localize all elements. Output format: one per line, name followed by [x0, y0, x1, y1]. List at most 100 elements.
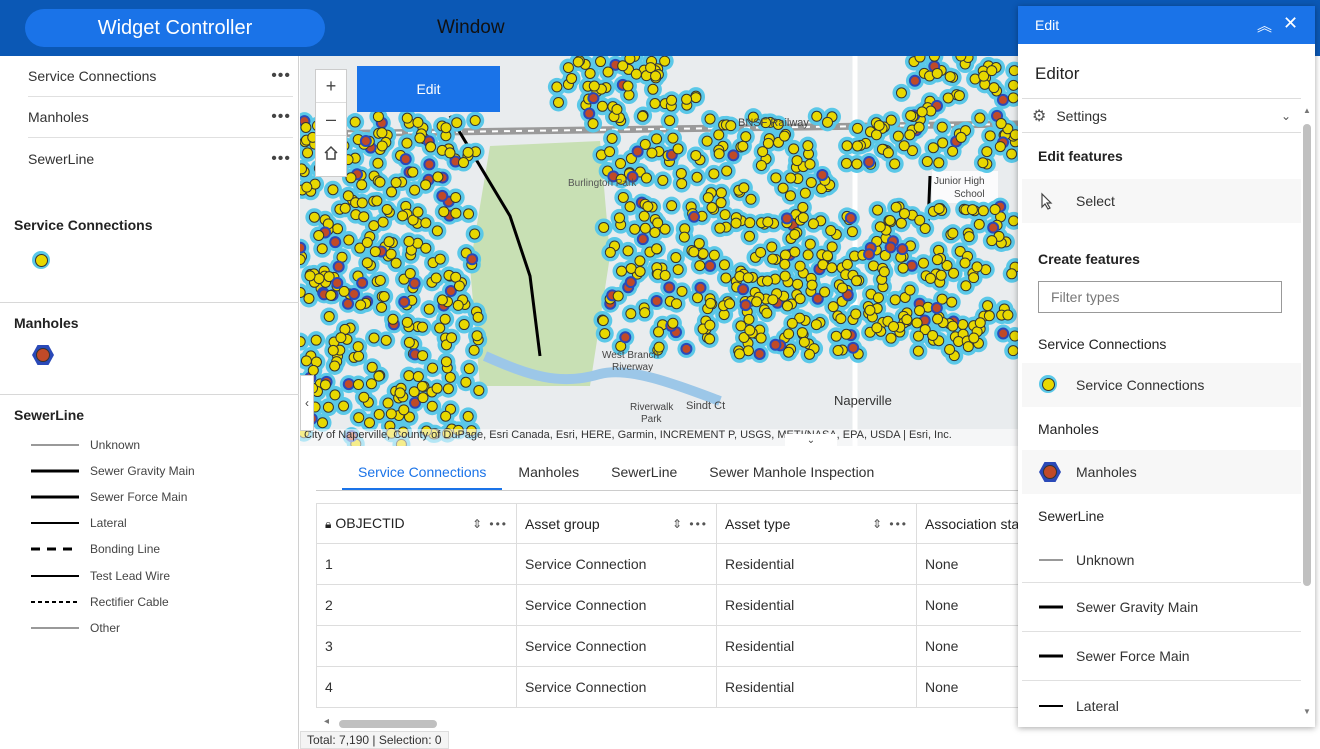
collapse-left-panel-button[interactable]: ‹	[300, 375, 314, 431]
table-row[interactable]: 1 Service Connection Residential None	[316, 544, 1018, 585]
cell-association-status: None	[916, 544, 1018, 584]
chevron-down-icon: ⌄	[1280, 108, 1291, 123]
legend-heading-sewerline: SewerLine	[14, 407, 85, 423]
layer-list-panel: Service Connections ••• Manholes ••• Sew…	[0, 56, 299, 749]
zoom-controls: + –	[315, 69, 347, 177]
vertical-scrollbar[interactable]: ▲ ▼	[1301, 106, 1313, 716]
window-label[interactable]: Window	[437, 17, 505, 39]
sort-and-menu-icon: ⇕ •••	[872, 516, 908, 531]
more-options-icon[interactable]: •••	[271, 150, 293, 168]
svg-text:Sindt Ct: Sindt Ct	[686, 400, 725, 412]
settings-expander[interactable]: ⚙ Settings ⌄	[1022, 99, 1301, 133]
table-status-bar: Total: 7,190 | Selection: 0	[300, 731, 449, 749]
template-service-connections[interactable]: Service Connections	[1022, 363, 1301, 407]
create-features-heading: Create features	[1038, 251, 1140, 267]
home-icon	[324, 145, 338, 160]
line-symbol-icon	[1039, 559, 1063, 561]
column-header-association-status[interactable]: Association sta	[916, 504, 1018, 543]
editor-content: ⚙ Settings ⌄ Edit features Select Create…	[1022, 98, 1301, 723]
pointer-icon	[1041, 192, 1053, 210]
home-button[interactable]	[316, 136, 346, 169]
line-symbol-icon	[31, 627, 79, 629]
cell-asset-group: Service Connection	[516, 626, 716, 666]
scroll-down-icon: ▼	[1303, 707, 1311, 716]
layer-item-service-connections[interactable]: Service Connections •••	[28, 56, 293, 97]
attribute-table: 🔒︎ OBJECTID ⇕ ••• Asset group ⇕ ••• Asset …	[316, 503, 1018, 709]
template-lateral[interactable]: Lateral	[1022, 681, 1301, 723]
svg-text:Riverwalk: Riverwalk	[630, 402, 674, 413]
cell-association-status: None	[916, 626, 1018, 666]
horizontal-scrollbar[interactable]: ◂	[320, 716, 1018, 730]
table-row[interactable]: 2 Service Connection Residential None	[316, 585, 1018, 626]
legend-item-sewer-gravity-main: Sewer Gravity Main	[31, 464, 195, 478]
service-connection-symbol-icon	[32, 251, 50, 269]
table-row[interactable]: 3 Service Connection Residential None	[316, 626, 1018, 667]
svg-text:School: School	[954, 189, 985, 200]
close-icon[interactable]: ✕	[1283, 13, 1298, 34]
layer-item-manholes[interactable]: Manholes •••	[28, 97, 293, 138]
tab-sewer-manhole-inspection[interactable]: Sewer Manhole Inspection	[693, 458, 890, 490]
template-sewer-force-main[interactable]: Sewer Force Main	[1022, 632, 1301, 681]
svg-text:Park: Park	[641, 414, 663, 425]
widget-controller-button[interactable]: Widget Controller	[25, 9, 325, 47]
scroll-left-icon: ◂	[324, 716, 330, 727]
template-sewer-gravity-main[interactable]: Sewer Gravity Main	[1022, 583, 1301, 632]
table-row[interactable]: 4 Service Connection Residential None	[316, 667, 1018, 708]
tab-service-connections[interactable]: Service Connections	[342, 458, 503, 490]
line-symbol-icon	[31, 469, 79, 473]
legend-item-bonding-line: Bonding Line	[31, 542, 160, 556]
cell-objectid: 4	[316, 667, 516, 707]
map-canvas[interactable]: Burlington Park BNSF Railway Junior High…	[300, 56, 1018, 446]
edit-panel-header: Edit ︽ ✕	[1018, 6, 1315, 44]
line-symbol-icon	[31, 601, 79, 603]
cell-asset-type: Residential	[716, 626, 916, 666]
column-header-asset-group[interactable]: Asset group ⇕ •••	[516, 504, 716, 543]
template-manholes[interactable]: Manholes	[1022, 450, 1301, 494]
zoom-out-button[interactable]: –	[316, 103, 346, 136]
column-header-asset-type[interactable]: Asset type ⇕ •••	[716, 504, 916, 543]
table-tabs: Service Connections Manholes SewerLine S…	[342, 458, 890, 490]
cell-asset-group: Service Connection	[516, 585, 716, 625]
cell-objectid: 2	[316, 585, 516, 625]
edit-features-heading: Edit features	[1038, 148, 1123, 164]
filter-types-input[interactable]: Filter types	[1038, 281, 1282, 313]
scrollbar-thumb[interactable]	[1303, 124, 1311, 586]
map-edit-button[interactable]: Edit	[357, 66, 500, 112]
line-symbol-icon	[31, 522, 79, 524]
svg-text:Riverway: Riverway	[612, 362, 653, 373]
svg-text:BNSF Railway: BNSF Railway	[738, 117, 809, 129]
zoom-in-button[interactable]: +	[316, 70, 346, 103]
more-options-icon[interactable]: •••	[271, 108, 293, 126]
tab-sewerline[interactable]: SewerLine	[595, 458, 693, 490]
select-tool[interactable]: Select	[1022, 179, 1301, 223]
line-symbol-icon	[1039, 605, 1063, 609]
scrollbar-thumb[interactable]	[339, 720, 437, 728]
legend-item-other: Other	[31, 621, 120, 635]
line-symbol-icon	[31, 444, 79, 446]
template-unknown[interactable]: Unknown	[1022, 538, 1301, 583]
cell-association-status: None	[916, 667, 1018, 707]
lock-icon: 🔒︎	[325, 517, 332, 531]
cell-asset-type: Residential	[716, 585, 916, 625]
legend-item-test-lead-wire: Test Lead Wire	[31, 569, 170, 583]
chevron-left-icon: ‹	[305, 396, 309, 410]
layer-item-sewerline[interactable]: SewerLine •••	[28, 138, 293, 179]
legend-item-lateral: Lateral	[31, 516, 127, 530]
group-heading-manholes: Manholes	[1038, 420, 1099, 437]
cell-objectid: 3	[316, 626, 516, 666]
cell-asset-type: Residential	[716, 667, 916, 707]
service-connection-symbol-icon	[1039, 375, 1057, 393]
panel-title: Edit	[1035, 17, 1060, 33]
layer-label: Service Connections	[28, 68, 157, 84]
tab-manholes[interactable]: Manholes	[502, 458, 595, 490]
legend-item-rectifier-cable: Rectifier Cable	[31, 595, 169, 609]
collapse-up-icon[interactable]: ︽	[1257, 15, 1272, 36]
column-header-objectid[interactable]: 🔒︎ OBJECTID ⇕ •••	[316, 504, 516, 543]
scroll-up-icon: ▲	[1303, 106, 1311, 115]
more-options-icon[interactable]: •••	[271, 67, 293, 85]
sort-and-menu-icon: ⇕ •••	[472, 516, 508, 531]
sort-and-menu-icon: ⇕ •••	[672, 516, 708, 531]
legend-heading-service-connections: Service Connections	[14, 217, 153, 233]
map-view[interactable]: Burlington Park BNSF Railway Junior High…	[300, 56, 1018, 446]
legend-item-unknown: Unknown	[31, 438, 140, 452]
